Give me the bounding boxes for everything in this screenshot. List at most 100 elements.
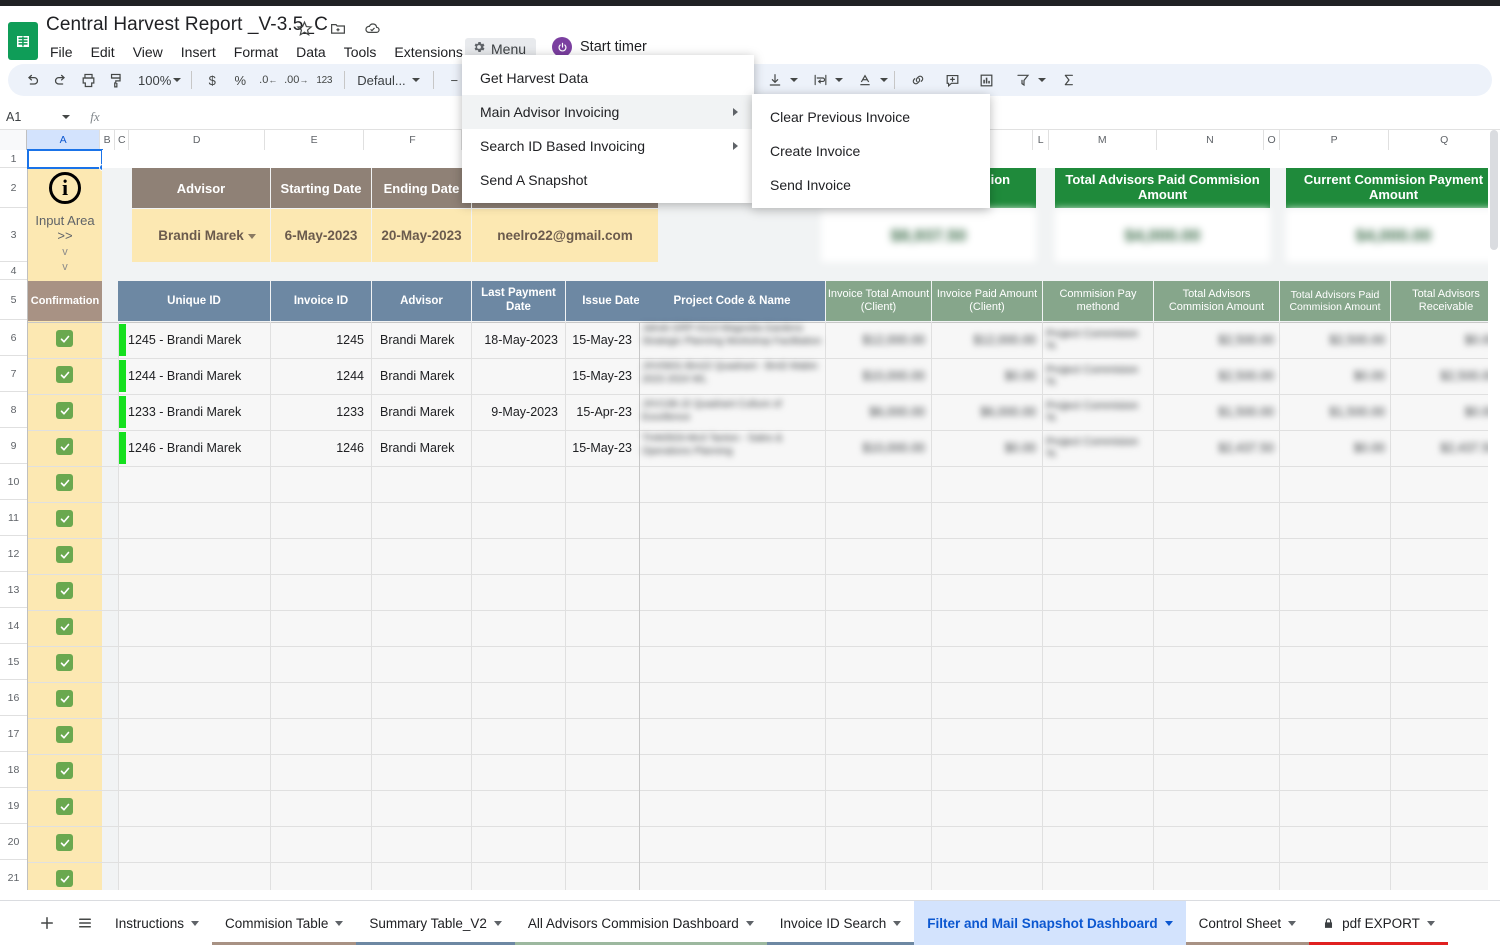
font-family-selector[interactable]: Defaul... [351,73,427,88]
row-header-13[interactable]: 13 [0,572,27,608]
cell-pay-method[interactable]: Project Commision % [1046,322,1151,358]
cell-issue-date[interactable]: 15-May-23 [566,430,632,466]
cell-pay-method[interactable]: Project Commision % [1046,430,1151,466]
cell-invoice-paid[interactable]: $6,000.00 [934,394,1036,430]
decrease-decimal-button[interactable]: .0← [254,67,282,93]
cell-invoice-id[interactable]: 1246 [272,430,364,466]
confirmation-checkbox[interactable] [56,438,73,455]
cell-unique-id[interactable]: 1233 - Brandi Marek [128,394,268,430]
row-header-2[interactable]: 2 [0,168,27,208]
input-value-advisor[interactable]: Brandi Marek [132,209,270,262]
cell-adv-paid-commision[interactable]: $0.00 [1282,430,1385,466]
cell-invoice-total[interactable]: $10,000.00 [828,358,925,394]
undo-icon[interactable] [18,67,46,93]
cell-invoice-total[interactable]: $12,000.00 [828,322,925,358]
column-header-D[interactable]: D [129,130,266,150]
cell-last-payment-date[interactable]: 18-May-2023 [473,322,558,358]
cell-adv-paid-commision[interactable]: $1,500.00 [1282,394,1385,430]
row-header-21[interactable]: 21 [0,860,27,890]
cell-adv-receivable[interactable]: $2,500.00 [1393,358,1496,394]
sheet-tab-filter-and-mail-snapshot-dashboard[interactable]: Filter and Mail Snapshot Dashboard [914,900,1186,945]
cell-adv-paid-commision[interactable]: $0.00 [1282,358,1385,394]
cell-invoice-total[interactable]: $10,000.00 [828,430,925,466]
menu-item-send-a-snapshot[interactable]: Send A Snapshot [462,163,754,197]
row-header-1[interactable]: 1 [0,150,27,168]
percent-format-button[interactable]: % [226,67,254,93]
document-title[interactable]: Central Harvest Report _V-3.5_C [46,14,328,36]
sheet-tab-invoice-id-search[interactable]: Invoice ID Search [766,901,915,945]
cell-last-payment-date[interactable]: 9-May-2023 [473,394,558,430]
print-icon[interactable] [74,67,102,93]
row-header-16[interactable]: 16 [0,680,27,716]
cell-pay-method[interactable]: Project Commision % [1046,394,1151,430]
cell-unique-id[interactable]: 1245 - Brandi Marek [128,322,268,358]
chevron-down-icon[interactable] [248,234,256,239]
menu-item-send-invoice[interactable]: Send Invoice [752,168,990,202]
row-header-9[interactable]: 9 [0,428,27,464]
input-value-email[interactable]: neelro22@gmail.com [472,209,658,262]
name-box[interactable]: A1 [0,110,78,124]
confirmation-checkbox[interactable] [56,870,73,887]
row-header-4[interactable]: 4 [0,262,27,280]
column-header-C[interactable]: C [115,130,130,150]
cell-issue-date[interactable]: 15-May-23 [566,358,632,394]
cloud-saved-icon[interactable] [362,18,382,38]
sheet-tab-commision-table[interactable]: Commision Table [212,901,357,945]
column-header-A[interactable]: A [27,130,100,150]
confirmation-checkbox[interactable] [56,726,73,743]
chevron-down-icon[interactable] [1426,920,1435,926]
column-header-M[interactable]: M [1048,130,1157,150]
column-header-E[interactable]: E [265,130,365,150]
column-header-N[interactable]: N [1156,130,1265,150]
cell-project[interactable]: THA0503-Mv3 Tanton - Sales & Operations … [642,430,822,466]
confirmation-checkbox[interactable] [56,402,73,419]
menu-item-search-id-based-invoicing[interactable]: Search ID Based Invoicing [462,129,754,163]
chevron-down-icon[interactable] [835,78,844,82]
row-header-19[interactable]: 19 [0,788,27,824]
sheet-tab-all-advisors-commision-dashboard[interactable]: All Advisors Commision Dashboard [514,901,767,945]
column-header-B[interactable]: B [99,130,116,150]
chevron-down-icon[interactable] [335,920,344,926]
cell-invoice-id[interactable]: 1244 [272,358,364,394]
menu-format[interactable]: Format [225,40,287,64]
sheet-tab-summary-table-v2[interactable]: Summary Table_V2 [356,901,515,945]
column-header-F[interactable]: F [364,130,462,150]
selected-cell-a1[interactable] [27,149,103,169]
column-header-O[interactable]: O [1264,130,1280,150]
confirmation-checkbox[interactable] [56,654,73,671]
confirmation-checkbox[interactable] [56,474,73,491]
select-all-corner[interactable] [0,130,28,150]
cell-issue-date[interactable]: 15-May-23 [566,322,632,358]
cell-issue-date[interactable]: 15-Apr-23 [566,394,632,430]
cell-project[interactable]: JXV0601-Bm22 Quadrant - BmD Mabin 2023 2… [642,358,822,394]
cell-adv-paid-commision[interactable]: $2,500.00 [1282,322,1385,358]
chevron-down-icon[interactable] [880,78,889,82]
more-formats-button[interactable]: 123 [310,67,338,93]
chevron-down-icon[interactable] [893,920,902,926]
row-header-11[interactable]: 11 [0,500,27,536]
all-sheets-icon[interactable] [68,906,102,940]
zoom-selector[interactable]: 100% [130,73,185,88]
menu-item-clear-previous-invoice[interactable]: Clear Previous Invoice [752,100,990,134]
text-rotation-icon[interactable] [851,67,879,93]
cell-adv-receivable[interactable]: $0.00 [1393,322,1496,358]
menu-tools[interactable]: Tools [335,40,386,64]
cell-invoice-total[interactable]: $6,000.00 [828,394,925,430]
confirmation-checkbox[interactable] [56,798,73,815]
paint-format-icon[interactable] [102,67,130,93]
row-header-14[interactable]: 14 [0,608,27,644]
confirmation-checkbox[interactable] [56,834,73,851]
column-header-L[interactable]: L [1033,130,1049,150]
menu-item-create-invoice[interactable]: Create Invoice [752,134,990,168]
chevron-down-icon[interactable] [1164,920,1173,926]
row-header-5[interactable]: 5 [0,280,27,320]
confirmation-checkbox[interactable] [56,330,73,347]
cell-pay-method[interactable]: Project Commision % [1046,358,1151,394]
sheet-tab-pdf-export[interactable]: pdf EXPORT [1309,901,1448,945]
cell-unique-id[interactable]: 1244 - Brandi Marek [128,358,268,394]
cell-adv-commision[interactable]: $2,437.50 [1156,430,1274,466]
chart-icon[interactable] [969,67,1003,93]
row-header-3[interactable]: 3 [0,208,27,262]
star-icon[interactable] [294,18,314,38]
start-timer-button[interactable]: Start timer [552,37,647,57]
